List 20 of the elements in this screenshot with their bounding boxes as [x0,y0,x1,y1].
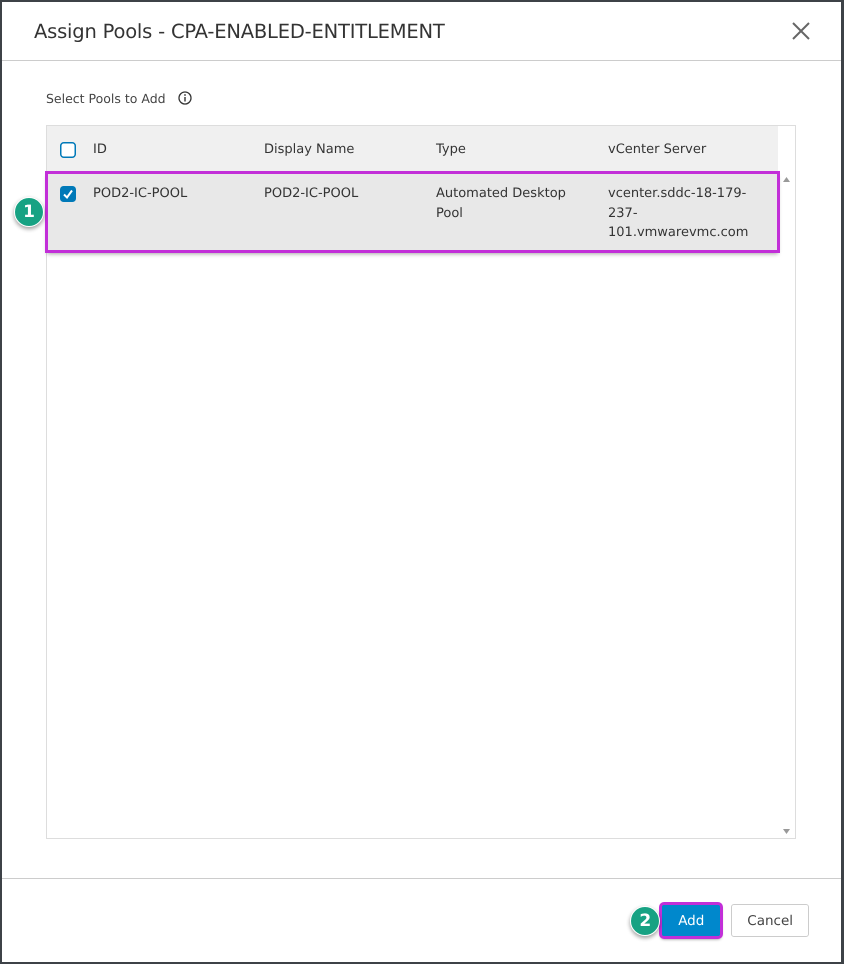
column-header[interactable]: ID [93,142,264,157]
table-cell-text: POD2-IC-POOL [264,185,360,203]
step-badge: 1 [14,197,44,227]
table-cell-text: Automated Desktop Pool [436,185,567,222]
info-icon[interactable] [178,91,192,105]
column-header[interactable]: Type [436,142,608,157]
select-all-checkbox[interactable] [60,142,76,158]
table-cell-text: POD2-IC-POOL [93,185,188,203]
cancel-button[interactable]: Cancel [731,904,809,937]
column-header[interactable]: vCenter Server [608,142,778,157]
column-header[interactable]: Display Name [264,142,436,157]
dialog-title: Assign Pools - CPA-ENABLED-ENTITLEMENT [34,20,445,42]
table-cell-text: vcenter.sddc-18-179-237-101.vmwarevmc.com [608,185,750,242]
scroll-down-icon[interactable] [783,829,790,834]
scroll-up-icon[interactable] [783,177,790,182]
step-badge: 2 [630,906,660,936]
close-icon[interactable] [791,21,811,41]
add-button[interactable]: Add [661,904,722,937]
row-checkbox[interactable] [60,186,76,202]
section-label: Select Pools to Add [46,90,166,106]
